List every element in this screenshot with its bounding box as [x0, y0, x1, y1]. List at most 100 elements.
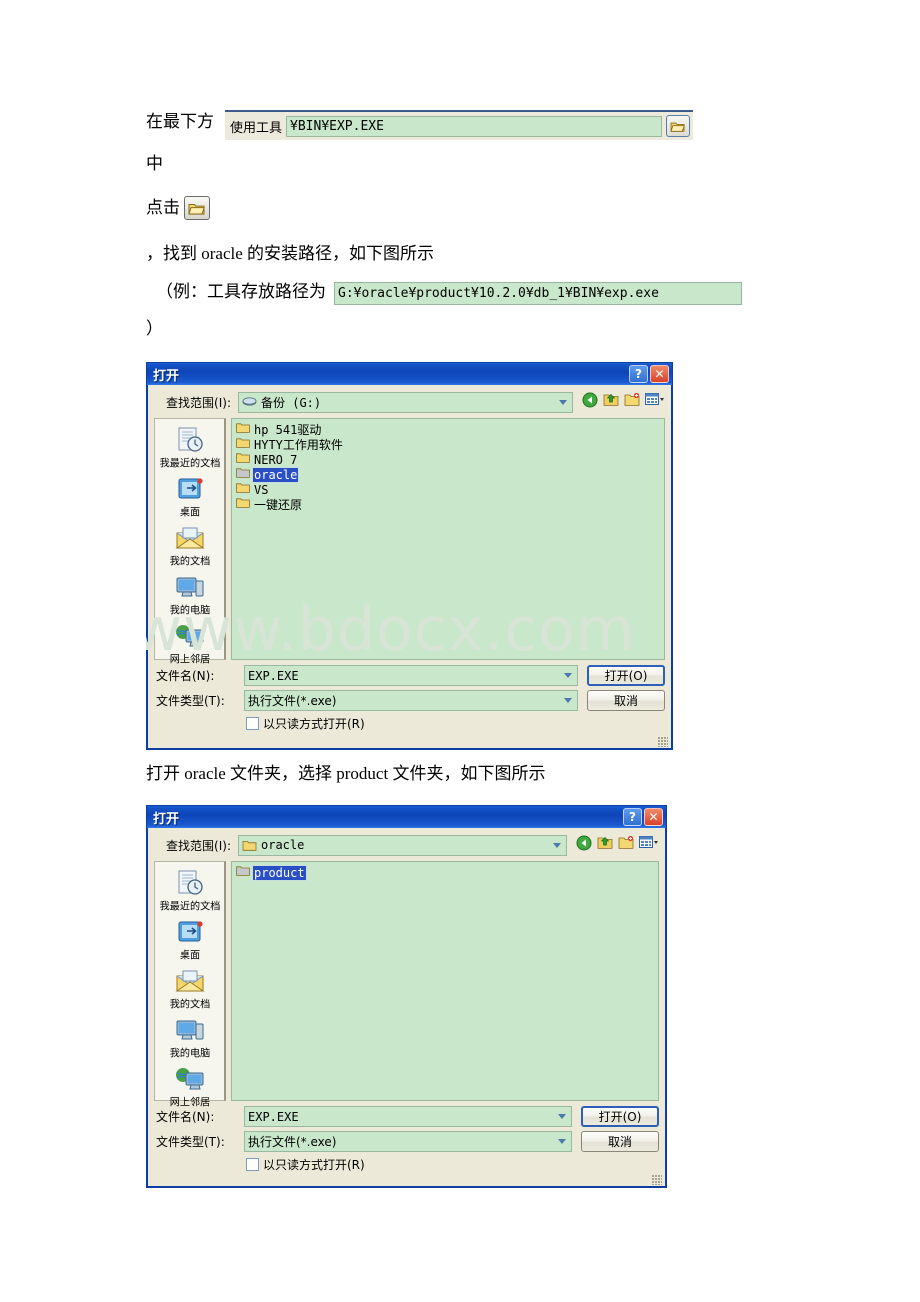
- place-label: 我的电脑: [169, 1047, 210, 1060]
- filetype-combobox[interactable]: 执行文件(*.exe): [244, 690, 578, 711]
- filename-combobox[interactable]: EXP.EXE: [244, 1106, 572, 1127]
- cancel-button[interactable]: 取消: [581, 1131, 659, 1152]
- place-recent-documents[interactable]: 我最近的文档: [156, 868, 224, 915]
- filename-combobox[interactable]: EXP.EXE: [244, 665, 578, 686]
- lookin-label: 查找范围(I):: [166, 838, 231, 853]
- readonly-checkbox[interactable]: [246, 717, 259, 730]
- folder-icon: [236, 497, 250, 508]
- dialog2-bottom-area: 文件名(N): EXP.EXE 打开(O) 文件类型(T): 执行文件(*.ex…: [154, 1106, 659, 1173]
- dialog2-titlebar[interactable]: 打开 ? ✕: [147, 806, 666, 828]
- chevron-down-icon[interactable]: [553, 1108, 570, 1125]
- place-network[interactable]: 网上邻居: [156, 622, 224, 668]
- doc-line-6: ）: [146, 319, 163, 338]
- chevron-down-icon[interactable]: [554, 393, 571, 411]
- path-value-field[interactable]: G:¥oracle¥product¥10.2.0¥db_1¥BIN¥exp.ex…: [334, 282, 742, 305]
- help-button[interactable]: ?: [629, 365, 648, 383]
- desktop-icon: [178, 921, 203, 942]
- doc-line-3-prefix: 点击: [146, 198, 180, 217]
- file-list-item[interactable]: VS: [234, 482, 662, 497]
- folder-icon: [236, 864, 250, 882]
- dialog2-filetype-row: 文件类型(T): 执行文件(*.exe) 取消: [154, 1131, 659, 1152]
- chevron-down-icon[interactable]: [553, 1133, 570, 1150]
- browse-folder-icon-inline[interactable]: [184, 196, 210, 220]
- dialog2-title: 打开: [153, 811, 180, 827]
- up-folder-icon[interactable]: [603, 392, 619, 412]
- file-list-item[interactable]: 一键还原: [234, 497, 662, 512]
- file-list-item[interactable]: product: [234, 864, 656, 882]
- views-icon[interactable]: [639, 835, 659, 855]
- place-my-documents[interactable]: 我的文档: [156, 967, 224, 1013]
- doc-line-2: 中: [146, 154, 163, 173]
- dialog1-titlebar[interactable]: 打开 ? ✕: [147, 363, 672, 385]
- resize-grip[interactable]: [658, 737, 668, 747]
- place-label: 网上邻居: [169, 1096, 210, 1109]
- file-list-item[interactable]: oracle: [234, 466, 662, 483]
- filetype-combobox[interactable]: 执行文件(*.exe): [244, 1131, 572, 1152]
- place-my-computer[interactable]: 我的电脑: [156, 573, 224, 619]
- folder-icon: [236, 496, 250, 514]
- doc-line-1: 在最下方: [146, 112, 214, 131]
- place-desktop[interactable]: 桌面: [156, 475, 224, 521]
- lookin-combobox[interactable]: oracle: [238, 834, 567, 856]
- new-folder-icon[interactable]: [624, 392, 640, 412]
- tool-browse-button[interactable]: [666, 115, 690, 137]
- dialog2-file-list[interactable]: product: [231, 861, 659, 1101]
- dialog1-readonly-row[interactable]: 以只读方式打开(R): [154, 715, 665, 732]
- network-icon: [175, 625, 203, 647]
- recent-documents-icon: [178, 870, 203, 895]
- file-list-item[interactable]: hp 541驱动: [234, 422, 662, 437]
- place-my-documents[interactable]: 我的文档: [156, 524, 224, 570]
- filename-value: EXP.EXE: [248, 668, 299, 683]
- views-icon[interactable]: [645, 392, 665, 412]
- resize-grip[interactable]: [652, 1175, 662, 1185]
- tool-path-input[interactable]: ¥BIN¥EXP.EXE: [286, 115, 662, 137]
- dialog2-readonly-row[interactable]: 以只读方式打开(R): [154, 1156, 659, 1173]
- filetype-label: 文件类型(T):: [156, 1135, 225, 1149]
- back-icon[interactable]: [582, 392, 598, 413]
- my-computer-icon: [176, 1020, 203, 1040]
- dialog2-filename-row: 文件名(N): EXP.EXE 打开(O): [154, 1106, 659, 1127]
- lookin-combobox[interactable]: 备份 (G:): [238, 391, 573, 413]
- place-network[interactable]: 网上邻居: [156, 1065, 224, 1111]
- place-label: 我最近的文档: [159, 900, 220, 913]
- open-file-dialog-2[interactable]: 打开 ? ✕ 查找范围(I): oracle 我最近的文档 桌面 我的文档 我的…: [146, 805, 667, 1188]
- dialog1-file-list[interactable]: hp 541驱动 HYTY工作用软件 NERO 7 oracle VS 一键还原: [231, 418, 665, 660]
- close-button[interactable]: ✕: [644, 808, 663, 826]
- file-list-item-label: VS: [254, 482, 269, 497]
- open-button[interactable]: 打开(O): [581, 1106, 659, 1127]
- readonly-checkbox[interactable]: [246, 1158, 259, 1171]
- open-file-dialog-1[interactable]: 打开 ? ✕ 查找范围(I): 备份 (G:) 我最近的文档 桌面 我的文档 我…: [146, 362, 673, 750]
- place-label: 我最近的文档: [159, 457, 220, 470]
- help-button[interactable]: ?: [623, 808, 642, 826]
- lookin-label: 查找范围(I):: [166, 395, 231, 410]
- file-list-item[interactable]: NERO 7: [234, 452, 662, 467]
- doc-between-dialogs: 打开 oracle 文件夹，选择 product 文件夹，如下图所示: [146, 764, 546, 783]
- desktop-icon: [178, 478, 203, 499]
- cancel-button[interactable]: 取消: [587, 690, 665, 711]
- file-list-item-label: oracle: [251, 466, 300, 483]
- dialog1-lookin-row: 查找范围(I): 备份 (G:): [154, 391, 665, 413]
- dialog1-title: 打开: [153, 368, 180, 384]
- folder-icon: [236, 437, 250, 448]
- filetype-value: 执行文件(*.exe): [248, 1135, 337, 1149]
- place-my-computer[interactable]: 我的电脑: [156, 1016, 224, 1062]
- back-icon[interactable]: [576, 835, 592, 856]
- folder-icon: [242, 840, 257, 851]
- folder-icon: [236, 482, 250, 493]
- chevron-down-icon[interactable]: [548, 836, 565, 854]
- folder-open-icon: [188, 203, 205, 215]
- place-recent-documents[interactable]: 我最近的文档: [156, 425, 224, 472]
- open-button[interactable]: 打开(O): [587, 665, 665, 686]
- up-folder-icon[interactable]: [597, 835, 613, 855]
- place-desktop[interactable]: 桌面: [156, 918, 224, 964]
- recent-documents-icon: [178, 427, 203, 452]
- chevron-down-icon[interactable]: [559, 667, 576, 684]
- file-list-item[interactable]: HYTY工作用软件: [234, 437, 662, 452]
- chevron-down-icon[interactable]: [559, 692, 576, 709]
- folder-icon: [236, 865, 250, 876]
- filename-value: EXP.EXE: [248, 1109, 299, 1124]
- filetype-value: 执行文件(*.exe): [248, 694, 337, 708]
- dialog1-filetype-row: 文件类型(T): 执行文件(*.exe) 取消: [154, 690, 665, 711]
- close-button[interactable]: ✕: [650, 365, 669, 383]
- new-folder-icon[interactable]: [618, 835, 634, 855]
